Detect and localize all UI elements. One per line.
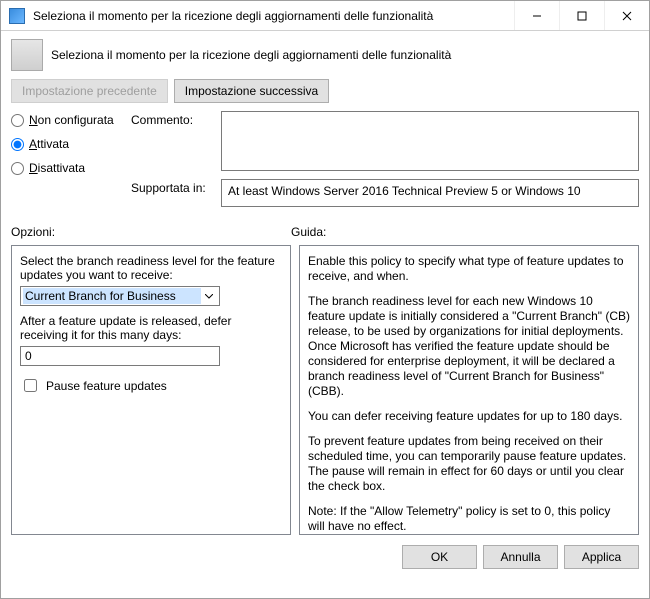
pause-updates-checkbox[interactable] (24, 379, 37, 392)
help-text: Enable this policy to specify what type … (308, 254, 630, 534)
ok-button[interactable]: OK (402, 545, 477, 569)
pause-updates-row[interactable]: Pause feature updates (20, 376, 282, 395)
header-subtitle: Seleziona il momento per la ricezione de… (51, 48, 451, 62)
help-p1: Enable this policy to specify what type … (308, 254, 630, 284)
branch-readiness-label: Select the branch readiness level for th… (20, 254, 282, 282)
help-p3: You can defer receiving feature updates … (308, 409, 630, 424)
defer-days-label: After a feature update is released, defe… (20, 314, 282, 342)
nav-buttons: Impostazione precedente Impostazione suc… (1, 75, 649, 111)
supported-label: Supportata in: (131, 179, 221, 207)
next-setting-button[interactable]: Impostazione successiva (174, 79, 329, 103)
radio-not-configured-input[interactable] (11, 114, 24, 127)
radio-disabled-input[interactable] (11, 162, 24, 175)
minimize-button[interactable] (514, 1, 559, 30)
state-radios: Non configurata Attivata Disattivata (11, 111, 131, 215)
previous-setting-button[interactable]: Impostazione precedente (11, 79, 168, 103)
maximize-button[interactable] (559, 1, 604, 30)
options-pane: Select the branch readiness level for th… (11, 245, 291, 535)
window-title: Seleziona il momento per la ricezione de… (33, 9, 514, 23)
window-controls (514, 1, 649, 30)
footer: OK Annulla Applica (1, 535, 649, 579)
config-area: Non configurata Attivata Disattivata Com… (1, 111, 649, 219)
chevron-down-icon (201, 288, 217, 304)
panes: Select the branch readiness level for th… (1, 241, 649, 535)
radio-disabled[interactable]: Disattivata (11, 161, 131, 175)
branch-readiness-combo[interactable]: Current Branch for Business (20, 286, 220, 306)
fields: Commento: Supportata in: At least Window… (131, 111, 639, 215)
policy-icon (11, 39, 43, 71)
cancel-button[interactable]: Annulla (483, 545, 558, 569)
comment-input[interactable] (221, 111, 639, 171)
titlebar: Seleziona il momento per la ricezione de… (1, 1, 649, 31)
comment-label: Commento: (131, 111, 221, 171)
supported-value: At least Windows Server 2016 Technical P… (221, 179, 639, 207)
help-p5: Note: If the "Allow Telemetry" policy is… (308, 504, 630, 534)
apply-button[interactable]: Applica (564, 545, 639, 569)
radio-not-configured[interactable]: Non configurata (11, 113, 131, 127)
branch-readiness-value: Current Branch for Business (23, 288, 201, 304)
options-heading: Opzioni: (11, 225, 291, 239)
app-icon (9, 8, 25, 24)
radio-enabled[interactable]: Attivata (11, 137, 131, 151)
help-p2: The branch readiness level for each new … (308, 294, 630, 399)
help-p4: To prevent feature updates from being re… (308, 434, 630, 494)
radio-enabled-input[interactable] (11, 138, 24, 151)
defer-days-input[interactable] (20, 346, 220, 366)
help-heading: Guida: (291, 225, 326, 239)
close-button[interactable] (604, 1, 649, 30)
pause-updates-label: Pause feature updates (46, 379, 167, 393)
header: Seleziona il momento per la ricezione de… (1, 31, 649, 75)
section-labels: Opzioni: Guida: (1, 219, 649, 241)
help-pane: Enable this policy to specify what type … (299, 245, 639, 535)
